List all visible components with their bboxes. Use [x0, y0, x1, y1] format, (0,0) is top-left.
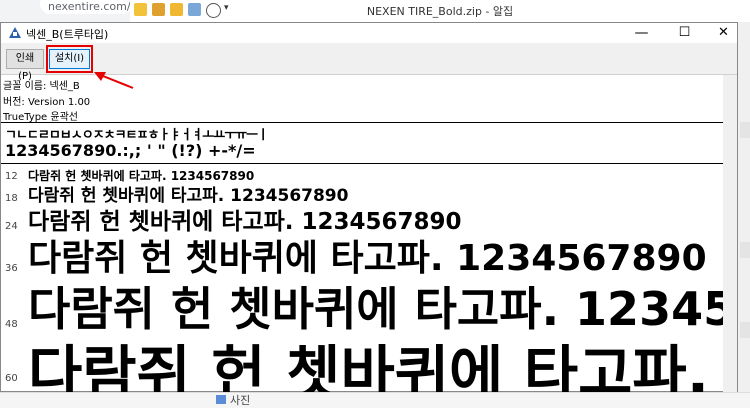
annotation-arrow [94, 72, 134, 89]
